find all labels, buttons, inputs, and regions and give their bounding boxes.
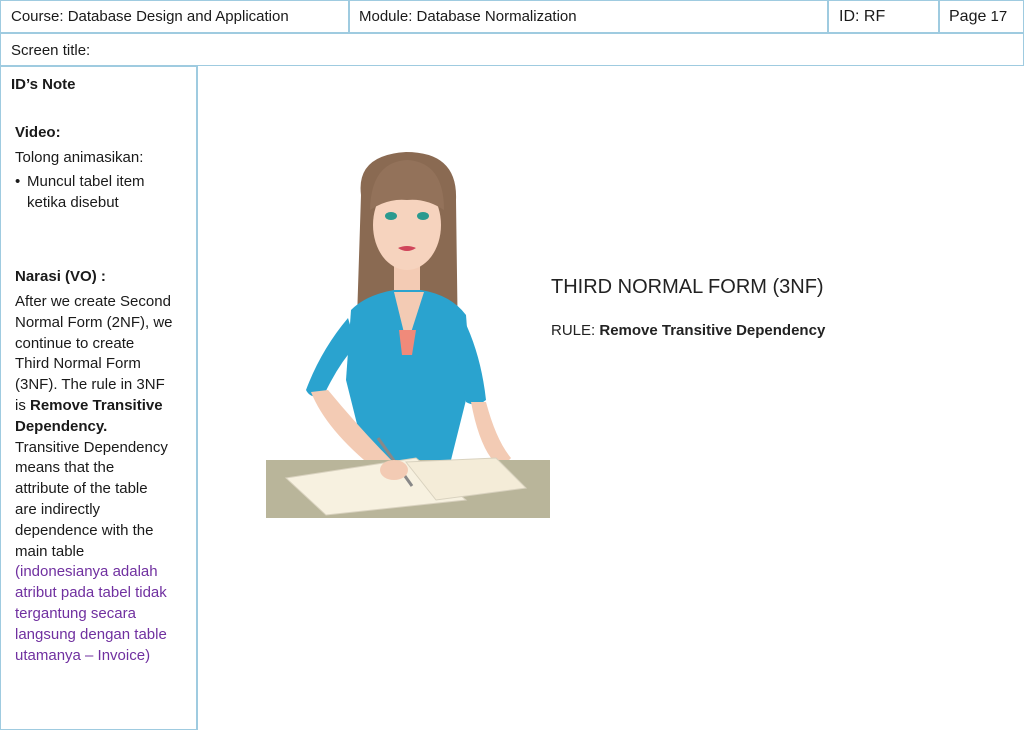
module-label: Module: Database Normalization (359, 8, 577, 25)
screen-title-cell: Screen title: (0, 33, 1024, 66)
narasi-line: (3NF). The rule in 3NF (15, 376, 165, 394)
indonesian-line: langsung dengan table (15, 625, 167, 643)
narasi-line: main table (15, 542, 85, 560)
id-cell: ID: RF (828, 0, 939, 33)
video-bullet-icon: • (15, 173, 21, 190)
narasi-line: means that the (15, 459, 115, 477)
rule-text: RULE: Remove Transitive Dependency (551, 322, 825, 339)
rule-value: Remove Transitive Dependency (599, 322, 826, 339)
id-label: ID: RF (839, 8, 886, 25)
narasi-line: continue to create (15, 334, 135, 352)
rule-label: RULE: (551, 322, 600, 339)
video-intro: Tolong animasikan: (15, 149, 144, 166)
page-number: 17 (990, 8, 1008, 25)
narasi-bold-dependency: Dependency. (15, 417, 108, 435)
indonesian-line: tergantung secara (15, 604, 136, 622)
narasi-bold-rule: Remove Transitive (30, 396, 163, 414)
narasi-label: Narasi (VO) : (15, 268, 106, 285)
course-cell: Course: Database Design and Application (0, 0, 349, 33)
narasi-is: is (15, 396, 30, 414)
narasi-line: are indirectly (15, 500, 101, 518)
notes-heading: ID’s Note (11, 76, 76, 93)
indonesian-line: atribut pada tabel tidak (15, 584, 167, 602)
narasi-line: Normal Form (2NF), we (15, 313, 173, 331)
module-cell: Module: Database Normalization (349, 0, 828, 33)
narasi-line: Third Normal Form (15, 355, 141, 373)
indonesian-line: utamanya – Invoice) (15, 646, 151, 664)
narasi-line: attribute of the table (15, 480, 148, 498)
id-notes-panel: ID’s Note Video: Tolong animasikan: • Mu… (0, 66, 197, 730)
page-label: Page 17 (949, 8, 1007, 26)
narasi-body: After we create Second Normal Form (2NF)… (15, 292, 195, 666)
page-prefix: Page (949, 8, 987, 25)
video-bullet-line2: ketika disebut (27, 194, 119, 211)
narasi-line-rule: is Remove Transitive (15, 396, 195, 417)
narasi-line: Transitive Dependency (15, 438, 168, 456)
video-bullet-line1: Muncul tabel item (27, 173, 145, 190)
page-cell: Page 17 (939, 0, 1024, 33)
video-label: Video: (15, 124, 61, 141)
course-label: Course: Database Design and Application (11, 8, 289, 25)
indonesian-line: (indonesianya adalah (15, 563, 158, 581)
slide-title: THIRD NORMAL FORM (3NF) (551, 276, 824, 298)
narasi-line: dependence with the (15, 521, 154, 539)
woman-writing-illustration (266, 152, 550, 518)
narasi-line: After we create Second (15, 293, 171, 310)
screen-title-label: Screen title: (11, 42, 91, 59)
